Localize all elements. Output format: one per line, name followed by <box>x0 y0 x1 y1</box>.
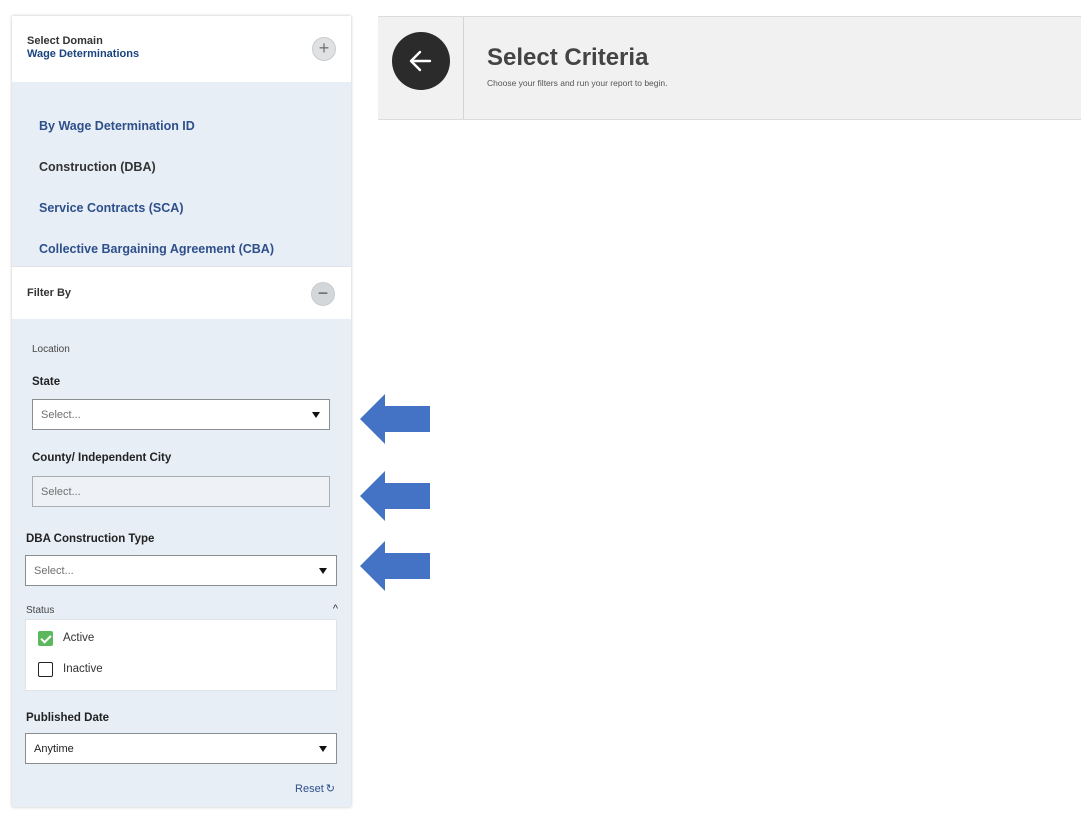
page-title: Select Criteria <box>487 44 649 71</box>
collapse-filter-button[interactable]: − <box>311 282 335 306</box>
caret-down-icon <box>319 568 327 574</box>
published-date-select[interactable]: Anytime <box>25 733 337 764</box>
annotation-arrow-left-icon <box>360 541 430 591</box>
active-checkbox[interactable] <box>38 631 53 646</box>
criteria-header: Select Criteria Choose your filters and … <box>378 16 1081 120</box>
location-label: Location <box>32 344 70 355</box>
header-divider <box>463 17 464 119</box>
reset-label: Reset <box>295 783 324 795</box>
arrow-left-icon <box>409 50 432 72</box>
filter-by-label: Filter By <box>27 287 72 299</box>
county-label: County/ Independent City <box>32 452 172 464</box>
published-date-label: Published Date <box>26 712 110 724</box>
domain-value: Wage Determinations <box>27 48 140 60</box>
back-button[interactable] <box>392 32 450 90</box>
state-select-placeholder: Select... <box>41 409 81 421</box>
state-select[interactable]: Select... <box>32 399 330 430</box>
status-label: Status <box>26 605 55 616</box>
expand-domain-button[interactable]: + <box>312 37 336 61</box>
domain-item-service-contracts[interactable]: Service Contracts (SCA) <box>39 201 184 215</box>
state-label: State <box>32 376 61 388</box>
status-options: Active Inactive <box>25 619 337 691</box>
inactive-label: Inactive <box>63 663 103 675</box>
domain-selector[interactable]: Select Domain Wage Determinations + <box>12 16 351 82</box>
filter-panel: Location State Select... County/ Indepen… <box>12 319 351 807</box>
caret-down-icon <box>319 746 327 752</box>
published-date-value: Anytime <box>34 743 74 755</box>
domain-item-construction[interactable]: Construction (DBA) <box>39 160 156 174</box>
county-select-placeholder: Select... <box>41 486 81 498</box>
construction-type-placeholder: Select... <box>34 565 74 577</box>
annotation-arrow-left-icon <box>360 471 430 521</box>
filter-by-header[interactable]: Filter By − <box>12 266 351 320</box>
domain-item-wage-determination-id[interactable]: By Wage Determination ID <box>39 119 195 133</box>
domain-list: By Wage Determination ID Construction (D… <box>12 82 351 266</box>
caret-down-icon <box>312 412 320 418</box>
inactive-checkbox[interactable] <box>38 662 53 677</box>
sidebar: Select Domain Wage Determinations + By W… <box>12 16 351 807</box>
domain-label: Select Domain <box>27 35 103 47</box>
annotation-arrow-left-icon <box>360 394 430 444</box>
refresh-icon: ↻ <box>325 783 335 795</box>
active-label: Active <box>63 632 95 644</box>
page-subtitle: Choose your filters and run your report … <box>487 78 668 88</box>
chevron-up-icon[interactable]: ^ <box>333 603 338 615</box>
construction-type-label: DBA Construction Type <box>26 533 155 545</box>
county-select[interactable]: Select... <box>32 476 330 507</box>
reset-button[interactable]: Reset ↻ <box>295 782 335 795</box>
domain-item-cba[interactable]: Collective Bargaining Agreement (CBA) <box>39 242 274 256</box>
construction-type-select[interactable]: Select... <box>25 555 337 586</box>
